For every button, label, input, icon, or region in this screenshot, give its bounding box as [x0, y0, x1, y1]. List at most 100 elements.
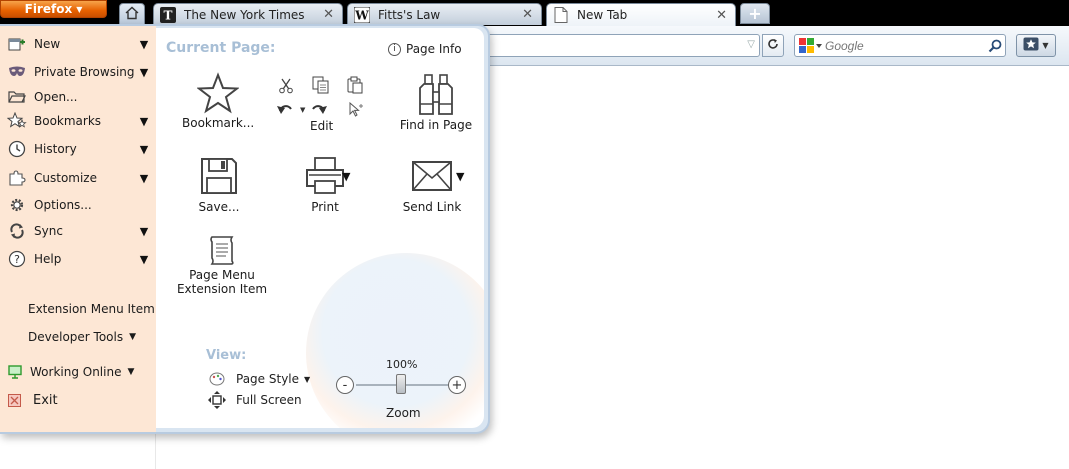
menu-item-label: Extension Menu Item	[28, 302, 155, 316]
menu-item-options[interactable]: Options...	[6, 194, 150, 216]
copy-icon[interactable]	[312, 76, 330, 97]
zoom-slider-track[interactable]	[356, 384, 458, 386]
chevron-down-icon[interactable]: ▼	[300, 106, 305, 114]
monitor-icon	[8, 365, 22, 379]
menu-item-open[interactable]: Open...	[6, 86, 150, 108]
undo-icon[interactable]	[276, 102, 296, 121]
palette-icon	[208, 372, 226, 386]
menu-item-new[interactable]: New ▼	[6, 33, 150, 55]
reload-icon	[767, 38, 779, 53]
bookmark-page-button[interactable]: Bookmark...	[182, 72, 254, 130]
puzzle-icon	[6, 169, 28, 187]
page-menu-ext-line2: Extension Item	[176, 282, 268, 296]
view-title: View:	[206, 348, 247, 363]
chevron-down-icon[interactable]: ▼	[138, 172, 150, 185]
url-bar[interactable]: ▽	[470, 34, 760, 57]
menu-item-private-browsing[interactable]: Private Browsing ▼	[6, 61, 150, 83]
menu-item-developer-tools[interactable]: Developer Tools ▼	[28, 327, 136, 347]
menu-item-label: Private Browsing	[34, 65, 135, 79]
close-tab-icon[interactable]: ✕	[522, 7, 533, 22]
menu-item-extension[interactable]: Extension Menu Item	[28, 299, 155, 319]
url-dropdown-icon[interactable]: ▽	[747, 39, 755, 50]
chevron-down-icon[interactable]: ▼	[456, 170, 464, 183]
menu-item-label: New	[34, 37, 61, 51]
reload-button[interactable]	[762, 34, 784, 57]
chevron-down-icon[interactable]: ▼	[138, 143, 150, 156]
menu-item-label: Developer Tools	[28, 330, 124, 344]
minus-icon: -	[342, 377, 348, 393]
send-link-label: Send Link	[402, 200, 462, 214]
find-in-page-button[interactable]: Find in Page	[396, 74, 476, 132]
tab-fitts-law[interactable]: W Fitts's Law ✕	[347, 3, 542, 25]
zoom-slider-thumb[interactable]	[396, 374, 406, 394]
menu-item-bookmarks[interactable]: Bookmarks ▼	[6, 110, 150, 132]
page-info-button[interactable]: i Page Info	[388, 42, 462, 56]
chevron-down-icon[interactable]: ▼	[138, 253, 150, 266]
chevron-down-icon[interactable]: ▼	[138, 66, 150, 79]
menu-item-customize[interactable]: Customize ▼	[6, 167, 150, 189]
sync-icon	[6, 222, 28, 240]
google-engine-icon[interactable]	[795, 37, 825, 54]
tab-new-york-times[interactable]: T The New York Times ✕	[153, 3, 343, 25]
content-divider	[155, 430, 156, 469]
menu-item-working-online[interactable]: Working Online ▼	[8, 362, 134, 382]
page-icon	[553, 7, 569, 23]
menu-item-sync[interactable]: Sync ▼	[6, 220, 150, 242]
chevron-down-icon[interactable]: ▼	[342, 170, 350, 183]
search-bar[interactable]: Google	[794, 34, 1006, 57]
chevron-down-icon: ▼	[304, 374, 311, 384]
tab-new-tab[interactable]: New Tab ✕	[546, 3, 736, 26]
menu-item-history[interactable]: History ▼	[6, 138, 150, 160]
firefox-app-button[interactable]: Firefox ▼	[0, 0, 107, 18]
bookmarks-menu-button[interactable]: ▼	[1016, 34, 1056, 57]
save-page-button[interactable]: Save...	[184, 156, 254, 214]
menu-item-label: History	[34, 142, 77, 156]
find-in-page-label: Find in Page	[399, 118, 473, 132]
svg-text:T: T	[164, 8, 173, 22]
info-icon: i	[388, 42, 401, 56]
chevron-down-icon[interactable]: ▼	[138, 115, 150, 128]
zoom-percentage: 100%	[386, 358, 418, 371]
folder-icon	[6, 88, 28, 106]
cut-icon[interactable]	[278, 78, 294, 97]
send-link-button[interactable]: Send Link	[400, 156, 464, 214]
tab-label: New Tab	[577, 8, 628, 22]
floppy-disk-icon	[184, 156, 254, 200]
full-screen-button[interactable]: Full Screen	[208, 391, 302, 409]
nyt-icon: T	[160, 6, 176, 23]
zoom-out-button[interactable]: -	[336, 376, 354, 394]
current-page-title: Current Page:	[166, 40, 276, 56]
close-tab-icon[interactable]: ✕	[716, 8, 727, 23]
menu-item-label: Bookmarks	[34, 114, 102, 128]
menu-item-label: Options...	[34, 198, 92, 212]
page-info-label: Page Info	[406, 42, 462, 56]
tab-label: The New York Times	[184, 7, 305, 22]
menu-item-label: Open...	[34, 90, 78, 104]
print-button[interactable]: Print	[294, 156, 356, 214]
app-menu-right-column: Current Page: i Page Info Bookmark... ▼ …	[156, 28, 484, 428]
page-menu-extension-button[interactable]: Page Menu Extension Item	[176, 234, 268, 296]
search-icon[interactable]	[985, 39, 1005, 53]
page-style-menu[interactable]: Page Style ▼	[208, 370, 310, 388]
menu-item-label: Customize	[34, 171, 97, 185]
wikipedia-icon: W	[354, 6, 370, 23]
app-tab-home[interactable]	[119, 3, 145, 25]
full-screen-label: Full Screen	[236, 393, 302, 407]
menu-item-label: Help	[34, 252, 62, 266]
select-cursor-icon[interactable]	[348, 101, 364, 121]
home-icon	[125, 6, 139, 23]
chevron-down-icon: ▼	[129, 332, 137, 342]
menu-item-label: Exit	[33, 392, 58, 408]
plus-icon: +	[451, 377, 463, 393]
new-tab-button[interactable]: +	[740, 3, 770, 24]
menu-item-help[interactable]: ? Help ▼	[6, 248, 150, 270]
paste-icon[interactable]	[346, 76, 364, 97]
search-placeholder: Google	[825, 38, 864, 53]
zoom-in-button[interactable]: +	[448, 376, 466, 394]
star-icon	[182, 72, 254, 116]
chevron-down-icon[interactable]: ▼	[138, 225, 150, 238]
chevron-down-icon: ▼	[76, 5, 83, 14]
menu-item-exit[interactable]: Exit	[8, 390, 58, 410]
close-tab-icon[interactable]: ✕	[323, 7, 334, 22]
chevron-down-icon[interactable]: ▼	[138, 38, 150, 51]
